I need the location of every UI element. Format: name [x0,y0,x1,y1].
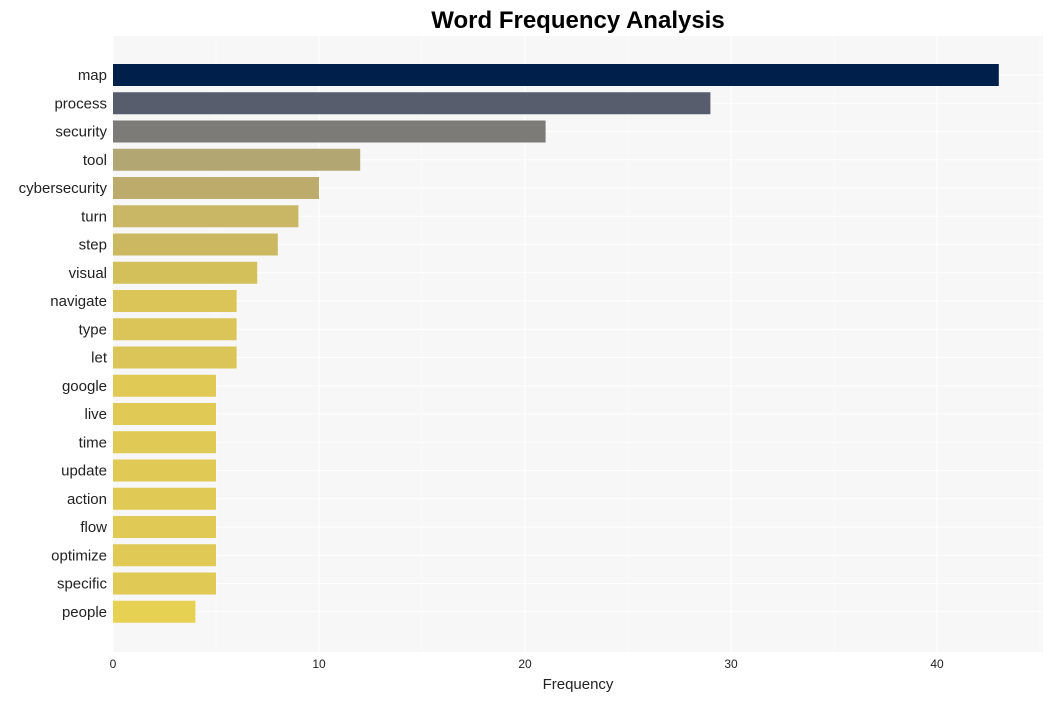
bar-time [113,431,216,454]
y-tick-label: flow [80,519,107,536]
y-tick-label: let [91,350,108,367]
bar-tool [113,148,361,171]
y-tick-label: time [79,434,107,451]
y-tick-label: update [61,463,107,480]
bar-visual [113,261,258,284]
bar-specific [113,572,216,595]
y-tick-label: people [62,604,107,621]
y-tick-label: process [54,95,107,112]
bar-live [113,403,216,425]
y-tick-label: visual [69,265,107,282]
y-tick-label: google [62,378,107,395]
x-tick-label: 40 [930,657,944,671]
bar-type [113,318,237,341]
y-tick-label: cybersecurity [19,180,108,197]
x-tick-label: 20 [518,657,532,671]
y-tick-label: turn [81,208,107,225]
bar-let [113,346,237,369]
x-tick-label: 30 [724,657,738,671]
bar-step [113,233,278,256]
bar-chart: Word Frequency Analysis map process securi… [19,7,1043,693]
bar-navigate [113,290,237,312]
bar-action [113,487,216,510]
y-tick-label: tool [83,152,107,169]
x-axis-label: Frequency [543,676,614,693]
bar-flow [113,516,216,538]
x-tick-label: 10 [312,657,326,671]
bar-update [113,459,216,482]
bar-people [113,600,196,623]
bar-turn [113,205,299,228]
y-tick-label: security [55,124,107,141]
y-tick-label: type [79,321,107,338]
bar-cybersecurity [113,177,319,199]
y-tick-label: specific [57,576,108,593]
y-axis-labels: map process security tool cybersecurity turn s… [19,67,108,621]
bar-map [113,64,999,86]
bar-google [113,374,216,397]
x-tick-label: 0 [110,657,117,671]
bar-process [113,92,711,115]
chart-title: Word Frequency Analysis [431,7,724,34]
x-axis-ticks: 0 10 20 30 40 [110,657,944,671]
y-tick-label: optimize [51,547,107,564]
bar-security [113,120,546,143]
y-tick-label: navigate [50,293,107,310]
y-tick-label: live [84,406,107,423]
y-tick-label: step [79,237,107,254]
bar-optimize [113,544,216,567]
y-tick-label: action [67,491,107,508]
y-tick-label: map [78,67,107,84]
